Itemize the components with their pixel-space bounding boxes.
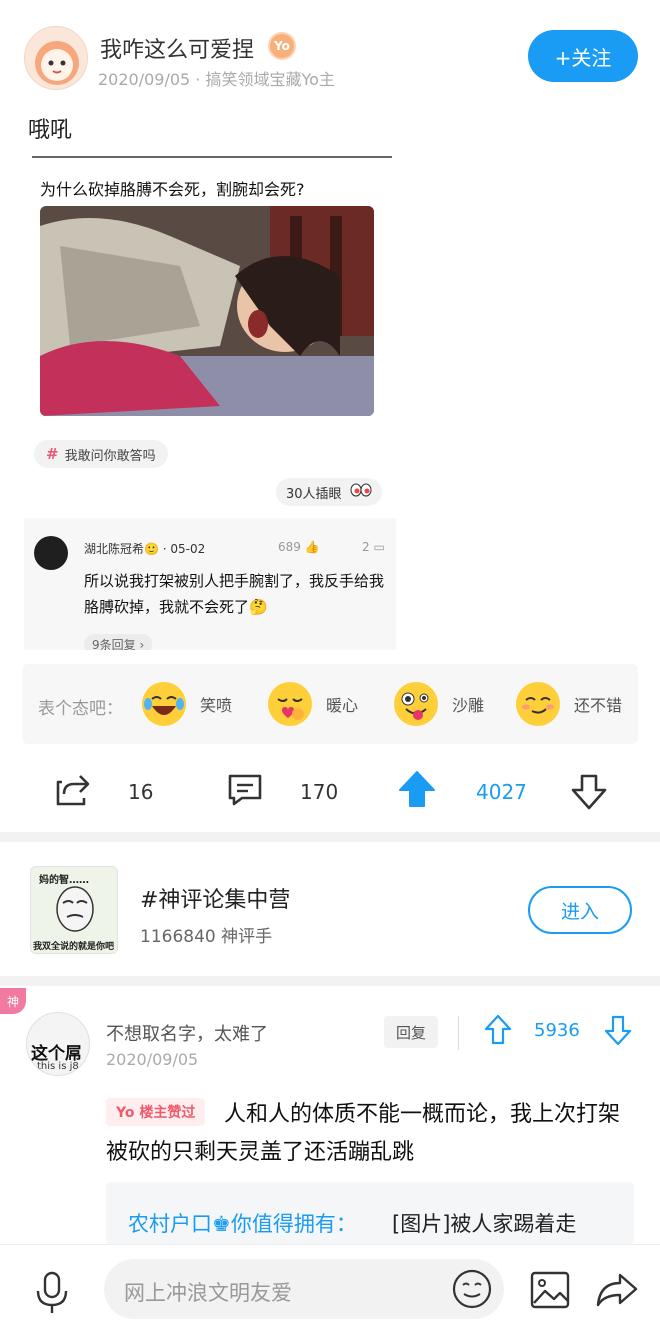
comment-downvote-button[interactable] (604, 1014, 632, 1050)
author-avatar[interactable] (24, 26, 88, 90)
reaction-label: 沙雕 (452, 696, 485, 715)
author-name[interactable]: 我咋这么可爱捏 (100, 32, 254, 64)
topic-image-bottom-text: 我双全说的就是你吧 (33, 942, 115, 952)
upvote-count: 4027 (476, 780, 527, 804)
more-replies: 9条回复 › (84, 634, 153, 650)
share-button[interactable] (54, 772, 92, 812)
sub-reply-user[interactable]: 农村户口♚你值得拥有： (128, 1208, 357, 1238)
hashtag-icon: # (46, 445, 59, 463)
reply-button[interactable]: 回复 (384, 1016, 438, 1048)
eyes-icon (350, 483, 372, 501)
emoji-button[interactable] (452, 1269, 492, 1313)
comment-button[interactable] (226, 772, 264, 812)
share-count: 16 (128, 780, 154, 804)
comment-count: 170 (300, 780, 339, 804)
upvote-button[interactable] (398, 770, 436, 814)
reaction-silly[interactable]: 沙雕 (394, 682, 484, 726)
reply-count-value: 2 (362, 540, 370, 554)
embedded-photo (40, 206, 374, 416)
divider (32, 156, 392, 158)
up-arrow-icon (484, 1014, 512, 1045)
topic-tag-label: 我敢问你敢答吗 (64, 448, 156, 464)
reply-count: 2 ▭ (362, 540, 385, 554)
enter-button[interactable]: 进入 (528, 886, 632, 934)
comment-user: 湖北陈冠希🙂 · 05-02 (84, 542, 206, 556)
embedded-post-image[interactable]: 为什么砍掉胳膊不会死，割腕却会死? # 我敢问你敢答吗 30人插眼 湖北陈冠希🙂… (24, 150, 396, 650)
laughing-crying-emoji-icon (142, 682, 186, 726)
heart-hug-emoji-icon (268, 682, 312, 726)
comment-input[interactable]: 网上冲浪文明友爱 (104, 1259, 504, 1319)
embedded-comment: 湖北陈冠希🙂 · 05-02 689 👍 2 ▭ 所以说我打架被别人把手腕割了，… (24, 518, 396, 650)
forward-arrow-icon (596, 1273, 638, 1307)
microphone-icon (36, 1271, 68, 1313)
comment-icon (228, 774, 262, 806)
section-divider (0, 832, 660, 842)
avatar-subtext: this is j8 (37, 1061, 79, 1072)
topic-image-top-text: 妈的智…… (39, 875, 89, 886)
goofy-emoji-icon (394, 682, 438, 726)
share-icon (56, 775, 90, 806)
comment-icon: ▭ (373, 540, 385, 554)
comment-input-placeholder: 网上冲浪文明友爱 (124, 1281, 292, 1305)
up-arrow-icon (399, 771, 435, 807)
divider (458, 1016, 459, 1050)
reaction-good[interactable]: 还不错 (516, 682, 622, 726)
reaction-prompt: 表个态吧： (38, 699, 123, 719)
avatar (34, 536, 68, 570)
forward-button[interactable] (596, 1271, 638, 1313)
yo-badge-icon: Yo (268, 32, 296, 60)
owner-liked-badge: Yo 楼主赞过 (106, 1098, 206, 1126)
topic-tag[interactable]: # 我敢问你敢答吗 (34, 440, 168, 468)
comment-text: 所以说我打架被别人把手腕割了，我反手给我胳膊砍掉，我就不会死了🤔 (84, 572, 385, 616)
reaction-warm[interactable]: 暖心 (268, 682, 358, 726)
image-icon (530, 1271, 570, 1309)
peek-count[interactable]: 30人插眼 (276, 478, 382, 506)
reaction-label: 还不错 (574, 696, 623, 715)
follow-button[interactable]: +关注 (528, 30, 638, 82)
downvote-button[interactable] (570, 772, 608, 816)
like-count: 689 👍 (278, 540, 320, 554)
comment-upvote-button[interactable] (484, 1014, 512, 1050)
image-button[interactable] (530, 1271, 570, 1313)
comment-like-count: 5936 (534, 1020, 580, 1041)
post-text: 哦吼 (28, 118, 73, 143)
topic-subtitle: 1166840 神评手 (140, 927, 273, 947)
peek-count-label: 30人插眼 (286, 486, 342, 502)
god-comment-badge: 神 (0, 988, 26, 1014)
like-count-value: 689 (278, 540, 301, 554)
topic-image[interactable]: 妈的智…… 我双全说的就是你吧 (30, 866, 118, 954)
section-divider (0, 976, 660, 986)
reaction-label: 暖心 (326, 696, 359, 715)
down-arrow-icon (571, 774, 607, 810)
commenter-avatar[interactable]: 这个屌 this is j8 (26, 1012, 90, 1076)
comment-date: 2020/09/05 (106, 1050, 199, 1069)
reaction-laugh[interactable]: 笑喷 (142, 682, 232, 726)
comment-input-bar: 网上冲浪文明友爱 (0, 1244, 660, 1335)
embedded-question: 为什么砍掉胳膊不会死，割腕却会死? (40, 180, 305, 199)
reaction-label: 笑喷 (200, 696, 233, 715)
commenter-name[interactable]: 不想取名字，太难了 (106, 1020, 268, 1046)
sub-reply-text: [图片]被人家踢着走 (392, 1212, 577, 1236)
thumbs-up-icon: 👍 (304, 540, 320, 554)
post-meta: 2020/09/05 · 搞笑领域宝藏Yo主 (98, 70, 335, 89)
voice-button[interactable] (32, 1271, 72, 1319)
down-arrow-icon (604, 1015, 632, 1046)
satisfied-emoji-icon (516, 682, 560, 726)
reaction-bar: 表个态吧： 笑喷 暖心 沙雕 还不错 (22, 664, 638, 744)
topic-title[interactable]: #神评论集中营 (140, 882, 290, 914)
smiley-icon (452, 1269, 492, 1309)
sub-reply[interactable]: 农村户口♚你值得拥有： [图片]被人家踢着走 (106, 1182, 634, 1244)
